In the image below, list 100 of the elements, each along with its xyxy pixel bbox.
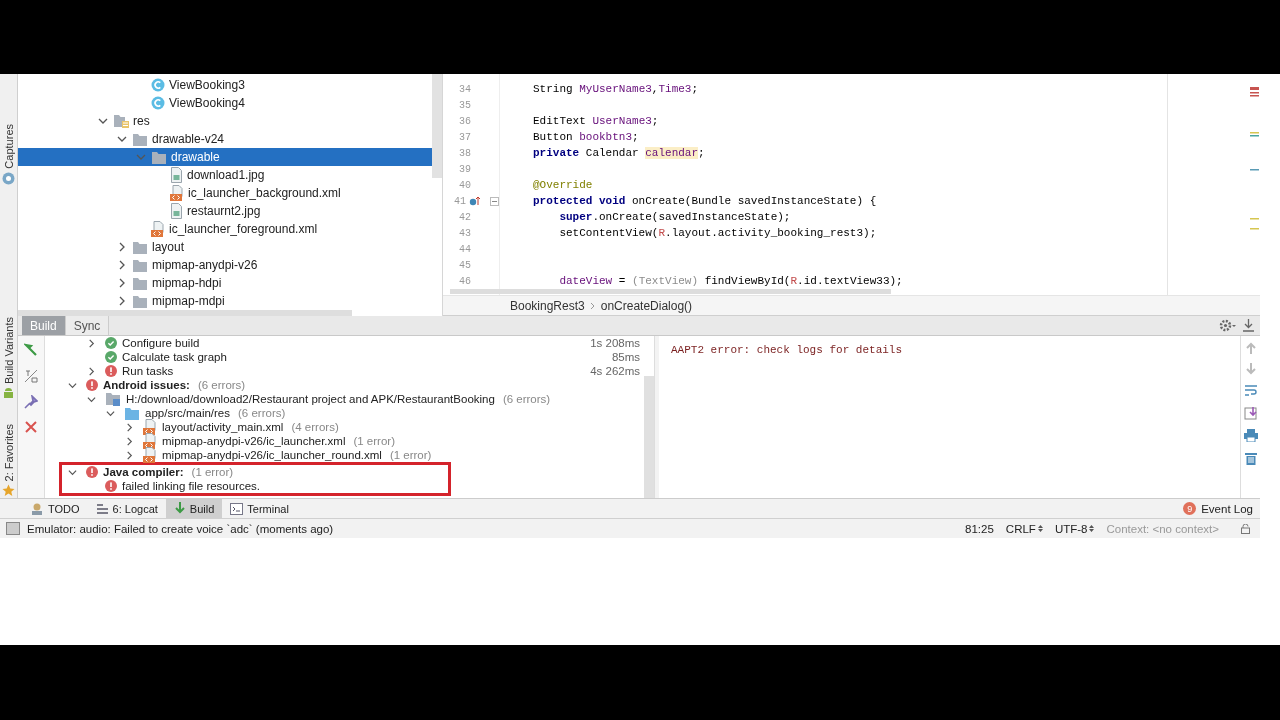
chevron-down-icon[interactable] [117,134,127,144]
tree-item[interactable]: ViewBooking3 [18,76,432,94]
build-tree-item[interactable]: Calculate task graph 85ms [45,350,645,364]
scroll-to-end-icon[interactable] [1243,406,1258,420]
chevron-right-icon[interactable] [124,436,134,446]
build-tree-item[interactable]: H:/download/download2/Restaurant project and APK/RestaurantBooking (6 errors) [45,392,645,406]
lock-icon[interactable] [1241,523,1250,534]
line-number: 38 [458,147,471,159]
tool-window-tab[interactable]: Terminal [222,499,297,518]
chevron-right-icon[interactable] [86,338,96,348]
todo-icon [30,501,44,516]
tree-item[interactable]: mipmap-hdpi [18,274,432,292]
print-icon[interactable] [1243,429,1258,442]
chevron-right-icon[interactable] [86,366,96,376]
line-number: 35 [458,99,471,111]
xml-file-icon [143,419,157,435]
settings-icon[interactable] [1219,319,1237,332]
override-marker-icon[interactable] [469,196,480,206]
xml-file-icon [143,447,157,463]
build-tree-item[interactable]: app/src/main/res (6 errors) [45,406,645,420]
chevron-down-icon[interactable] [86,394,96,404]
error-count: (4 errors) [291,421,339,433]
trash-icon[interactable] [1244,451,1257,465]
line-number: 34 [458,83,471,95]
event-log-link[interactable]: Event Log [1201,502,1253,515]
duration-label: 4s 262ms [590,365,640,377]
tool-window-tab[interactable]: 2: Favorites [2,423,15,482]
code-line: @Override [533,179,593,191]
cursor-position[interactable]: 81:25 [965,522,994,535]
tree-item[interactable]: ic_launcher_foreground.xml [18,220,432,238]
line-number: 36 [458,115,471,127]
line-number: 42 [458,211,471,223]
tree-item[interactable]: drawable-v24 [18,130,432,148]
terminal-icon [230,502,244,515]
line-number: 37 [458,131,471,143]
soft-wrap-icon[interactable] [1243,384,1258,397]
close-icon[interactable] [25,421,37,433]
chevron-right-icon[interactable] [117,296,127,306]
chevron-right-icon[interactable] [117,242,127,252]
error-count: (1 error) [389,449,432,461]
fold-icon[interactable] [490,196,499,206]
error-icon [86,466,98,478]
tree-item[interactable]: restaurnt2.jpg [18,202,432,220]
class-icon [151,78,165,92]
build-tree-item[interactable]: Android issues: (6 errors) [45,378,645,392]
star-icon [2,484,15,498]
chevron-right-icon[interactable] [124,422,134,432]
notification-badge: 9 [1183,502,1197,515]
tool-window-tab[interactable]: 6: Logcat [87,499,166,518]
chevron-right-icon[interactable] [124,450,134,460]
tree-item[interactable]: layout [18,238,432,256]
encoding-selector[interactable]: UTF-8 [1054,522,1095,535]
tree-item[interactable]: res [18,112,432,130]
scrollbar[interactable] [18,310,352,316]
tool-window-tab[interactable]: TODO [22,499,88,518]
build-tree-item[interactable]: mipmap-anydpi-v26/ic_launcher_round.xml (1 error) [45,448,645,462]
xml-file-icon [170,185,184,201]
code-line: super.onCreate(savedInstanceState); [558,211,791,223]
breadcrumb[interactable]: onCreateDialog() [600,298,693,313]
tree-item[interactable]: drawable [18,148,432,166]
line-separator-selector[interactable]: CRLF [1005,522,1043,535]
build-tree-item[interactable]: layout/activity_main.xml (4 errors) [45,420,645,434]
text-format-icon[interactable] [24,369,38,383]
build-tree-item[interactable]: failed linking file resources. [62,479,448,493]
breadcrumb[interactable]: BookingRest3 [510,298,585,313]
scrollbar[interactable] [450,289,891,294]
scrollbar[interactable] [432,74,442,178]
build-tree-item[interactable]: Configure build 1s 208ms [45,336,645,350]
download-icon[interactable] [1243,319,1254,332]
panel-toggle-icon[interactable] [6,522,20,535]
code-line: dateView = (TextView) findViewById(R.id.textView33); [558,275,903,287]
list-icon [95,502,109,515]
arrow-down-icon [173,502,186,515]
scrollbar[interactable] [644,376,654,498]
module-icon [105,392,121,406]
error-icon [86,379,98,391]
status-message[interactable]: Emulator: audio: Failed to create voice `adc` (moments ago) [27,522,334,535]
xml-file-icon [143,433,157,449]
tree-item[interactable]: mipmap-mdpi [18,292,432,310]
tree-item[interactable]: mipmap-anydpi-v26 [18,256,432,274]
chevron-down-icon[interactable] [67,380,77,390]
build-tree-item[interactable]: mipmap-anydpi-v26/ic_launcher.xml (1 error) [45,434,645,448]
tree-item[interactable]: download1.jpg [18,166,432,184]
chevron-right-icon[interactable] [117,260,127,270]
chevron-down-icon[interactable] [105,408,115,418]
tool-window-tab[interactable]: Build Variants [2,316,15,384]
console-output: AAPT2 error: check logs for details [671,344,903,356]
tree-item[interactable]: ic_launcher_background.xml [18,184,432,202]
tree-item[interactable]: ViewBooking4 [18,94,432,112]
error-count: (6 errors) [502,393,551,405]
chevron-down-icon[interactable] [98,116,108,126]
chevron-down-icon[interactable] [67,467,77,477]
pin-icon[interactable] [24,395,38,409]
tool-window-tab[interactable]: Captures [2,124,15,169]
build-tree-item[interactable]: Java compiler: (1 error) [62,465,448,479]
chevron-right-icon[interactable] [117,278,127,288]
line-number: 43 [458,227,471,239]
build-tree-item[interactable]: Run tasks 4s 262ms [45,364,645,378]
tool-window-tab[interactable]: Build [165,499,223,518]
code-line: EditText UserName3; [533,115,659,127]
